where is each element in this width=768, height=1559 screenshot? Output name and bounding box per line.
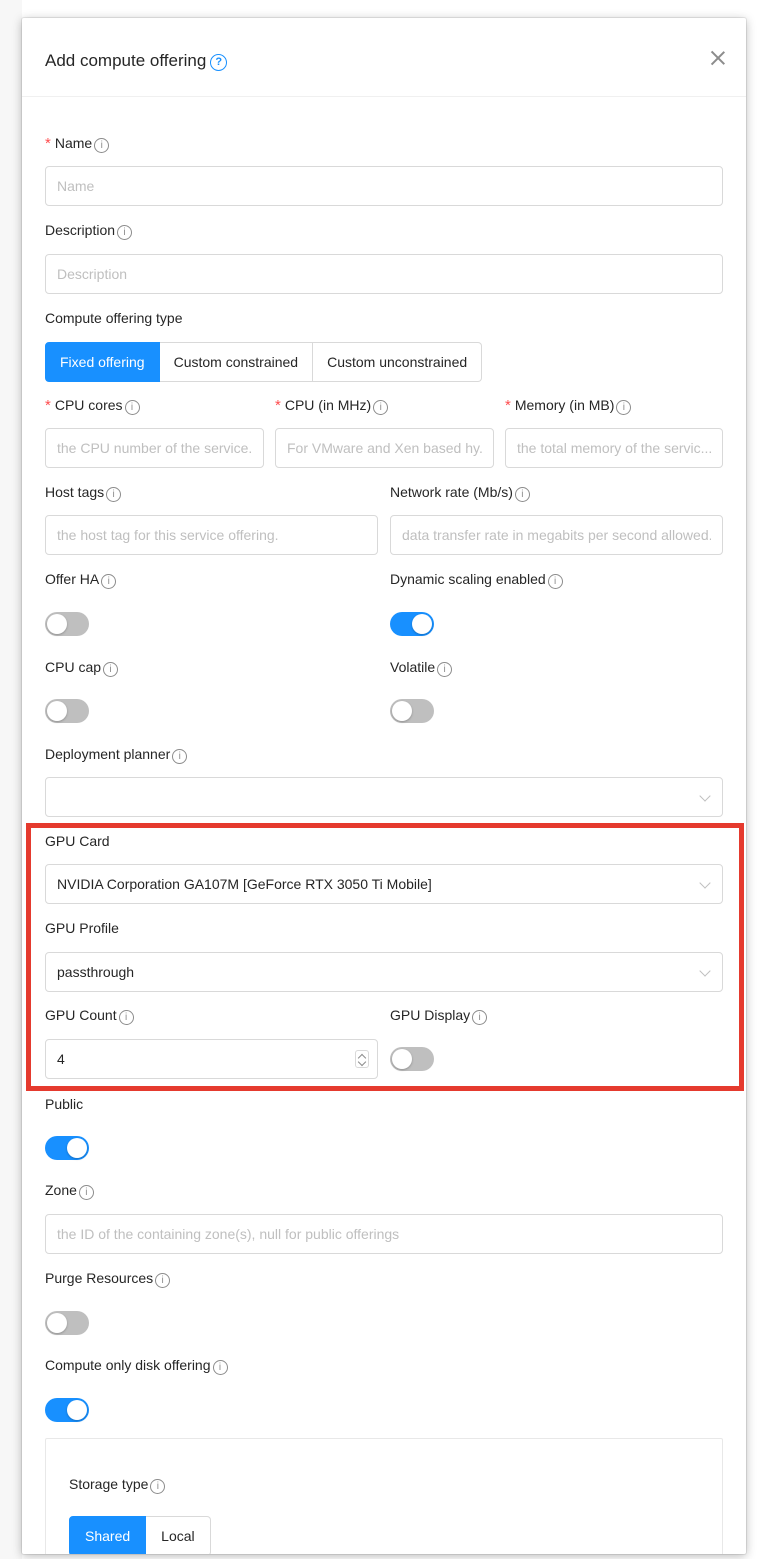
cpu-cap-toggle[interactable] [45, 699, 89, 723]
info-icon[interactable]: i [514, 487, 530, 502]
compute-only-disk-label-text: Compute only disk offering [45, 1357, 211, 1373]
info-icon[interactable]: i [616, 400, 632, 415]
cpu-mhz-input[interactable] [275, 428, 494, 468]
name-label-text: Name [54, 135, 93, 151]
cpu-cap-label: CPU cap i [45, 659, 119, 677]
deployment-planner-label-text: Deployment planner [45, 746, 171, 762]
custom-unconstrained-option[interactable]: Custom unconstrained [313, 342, 483, 382]
cpu-cap-label-text: CPU cap [45, 659, 102, 675]
purge-resources-label-text: Purge Resources [45, 1270, 154, 1286]
network-rate-input[interactable] [390, 515, 723, 555]
toggle-knob [47, 614, 67, 634]
network-rate-label-text: Network rate (Mb/s) [390, 484, 513, 500]
info-icon[interactable]: i [172, 749, 188, 764]
info-icon[interactable]: i [150, 1479, 166, 1494]
offer-ha-label-text: Offer HA [45, 571, 100, 587]
info-icon[interactable]: i [117, 225, 133, 240]
deployment-planner-label: Deployment planner i [45, 746, 188, 764]
dialog-title-text: Add compute offering [45, 51, 207, 70]
toggle-knob [67, 1138, 87, 1158]
toggle-knob [412, 614, 432, 634]
offer-ha-toggle[interactable] [45, 612, 89, 636]
zone-input[interactable] [45, 1214, 723, 1254]
volatile-label: Volatile i [390, 659, 453, 677]
offering-type-label: Compute offering type [45, 310, 183, 326]
toggle-knob [47, 1313, 67, 1333]
storage-local-option[interactable]: Local [146, 1516, 211, 1554]
info-icon[interactable]: i [78, 1185, 94, 1200]
description-input[interactable] [45, 254, 723, 294]
info-icon[interactable]: i [124, 400, 140, 415]
dynamic-scaling-label-text: Dynamic scaling enabled [390, 571, 546, 587]
dynamic-scaling-label: Dynamic scaling enabled i [390, 571, 563, 589]
host-tags-input[interactable] [45, 515, 378, 555]
info-icon[interactable]: i [106, 487, 122, 502]
deployment-planner-select[interactable] [45, 777, 723, 817]
add-compute-offering-dialog: Add compute offering? *Namei Description… [22, 18, 746, 1554]
info-icon[interactable]: i [547, 574, 563, 589]
required-mark: * [45, 397, 51, 414]
volatile-toggle[interactable] [390, 699, 434, 723]
host-tags-label: Host tags i [45, 484, 122, 502]
memory-label-text: Memory (in MB) [514, 397, 615, 413]
volatile-label-text: Volatile [390, 659, 436, 675]
required-mark: * [45, 135, 51, 152]
name-input[interactable] [45, 166, 723, 206]
cpu-mhz-label: * CPU (in MHz) i [275, 397, 389, 415]
public-label: Public [45, 1096, 83, 1112]
cpu-cores-label-text: CPU cores [54, 397, 123, 413]
dialog-header: Add compute offering? [22, 18, 746, 97]
description-label-text: Description [45, 222, 116, 238]
name-label: * Name i [45, 135, 110, 153]
zone-label: Zone i [45, 1182, 94, 1200]
question-circle-icon[interactable]: ? [210, 54, 228, 71]
cpu-cores-input[interactable] [45, 428, 264, 468]
public-toggle[interactable] [45, 1136, 89, 1160]
info-icon[interactable]: i [94, 138, 110, 153]
compute-only-disk-toggle[interactable] [45, 1398, 89, 1422]
dynamic-scaling-toggle[interactable] [390, 612, 434, 636]
info-icon[interactable]: i [155, 1273, 171, 1288]
chevron-down-icon [699, 790, 711, 802]
compute-only-disk-label: Compute only disk offering i [45, 1357, 228, 1375]
storage-type-group: Shared Local [69, 1516, 211, 1554]
cpu-mhz-label-text: CPU (in MHz) [284, 397, 372, 413]
storage-type-label-text: Storage type [69, 1476, 149, 1492]
purge-resources-label: Purge Resources i [45, 1270, 171, 1288]
dialog-title: Add compute offering? [45, 51, 228, 71]
close-icon[interactable] [708, 48, 728, 68]
offer-ha-label: Offer HA i [45, 571, 117, 589]
public-label-text: Public [45, 1096, 84, 1112]
info-icon[interactable]: i [212, 1360, 228, 1375]
storage-shared-option[interactable]: Shared [69, 1516, 147, 1554]
offering-type-label-text: Compute offering type [45, 310, 183, 326]
info-icon[interactable]: i [437, 662, 453, 677]
info-icon[interactable]: i [103, 662, 119, 677]
info-icon[interactable]: i [373, 400, 389, 415]
toggle-knob [67, 1400, 87, 1420]
description-label: Description i [45, 222, 133, 240]
custom-constrained-option[interactable]: Custom constrained [159, 342, 314, 382]
memory-label: * Memory (in MB) i [505, 397, 632, 415]
offering-type-group: Fixed offering Custom constrained Custom… [45, 342, 483, 382]
info-icon[interactable]: i [101, 574, 117, 589]
toggle-knob [392, 701, 412, 721]
storage-type-label: Storage type i [69, 1476, 166, 1494]
host-tags-label-text: Host tags [45, 484, 105, 500]
background-page [0, 0, 22, 1559]
toggle-knob [47, 701, 67, 721]
cpu-cores-label: * CPU cores i [45, 397, 140, 415]
fixed-offering-option[interactable]: Fixed offering [45, 342, 160, 382]
disk-offering-panel: Storage type i Shared Local [45, 1438, 723, 1554]
zone-label-text: Zone [45, 1182, 77, 1198]
memory-input[interactable] [505, 428, 723, 468]
required-mark: * [275, 397, 281, 414]
required-mark: * [505, 397, 511, 414]
purge-resources-toggle[interactable] [45, 1311, 89, 1335]
network-rate-label: Network rate (Mb/s) i [390, 484, 530, 502]
gpu-section-highlight [26, 823, 744, 1091]
